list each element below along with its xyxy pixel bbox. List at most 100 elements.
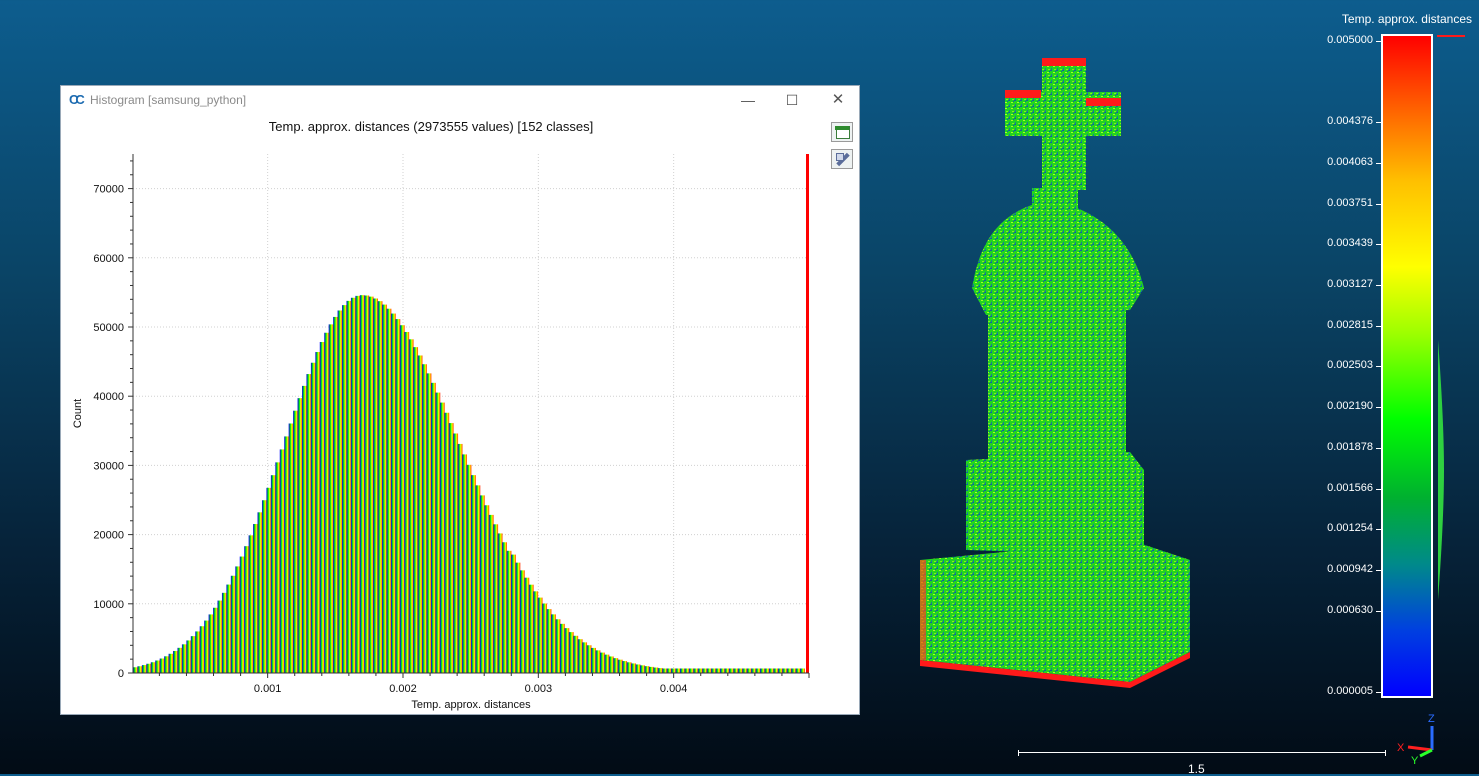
scale-bar: [1018, 750, 1386, 756]
histogram-bar: [213, 607, 218, 673]
histogram-bar: [435, 392, 441, 673]
histogram-bar: [791, 668, 797, 673]
color-scale-label: 0.005000: [1327, 34, 1373, 46]
histogram-bar: [777, 668, 783, 673]
color-scale-tick: [1376, 407, 1382, 409]
histogram-bar: [751, 668, 757, 673]
histogram-bar: [551, 614, 556, 673]
histogram-bar: [355, 295, 361, 673]
histogram-bar: [395, 319, 401, 673]
histogram-bar: [261, 500, 267, 673]
y-tick-label: 0: [118, 668, 124, 680]
histogram-bar: [444, 412, 450, 673]
histogram-bar: [350, 297, 356, 673]
histogram-bar: [177, 647, 183, 673]
histogram-bar: [408, 339, 414, 673]
histogram-bar: [537, 597, 543, 673]
histogram-bar: [635, 664, 641, 673]
histogram-bar: [422, 364, 427, 673]
color-scale-label: 0.001254: [1327, 522, 1373, 535]
histogram-bar: [688, 668, 694, 673]
histogram-bar: [484, 505, 490, 673]
color-scale-tick: [1376, 529, 1382, 531]
histogram-bar: [453, 433, 459, 673]
color-scale-label: 0.002815: [1327, 318, 1373, 331]
histogram-bar: [413, 347, 419, 673]
histogram-bar: [239, 556, 245, 673]
histogram-bar: [604, 654, 610, 673]
color-scale-tick: [1376, 41, 1382, 42]
histogram-bars: [133, 154, 809, 673]
histogram-bar: [617, 659, 623, 673]
axis-x-label: X: [1397, 742, 1405, 754]
histogram-bar: [475, 485, 481, 673]
histogram-bar: [515, 562, 521, 673]
scale-top-marker: [1437, 35, 1465, 37]
histogram-bar: [253, 524, 258, 673]
color-scale-label: 0.000005: [1327, 685, 1373, 697]
x-tick-label: 0.004: [660, 683, 688, 695]
histogram-bar: [399, 325, 405, 673]
histogram-bar: [706, 668, 712, 673]
histogram-bar: [511, 554, 516, 673]
color-scale-tick: [1376, 610, 1382, 612]
histogram-bar: [728, 668, 734, 673]
y-tick-label: 60000: [93, 253, 124, 265]
histogram-bar: [640, 665, 645, 673]
histogram-bar: [324, 332, 330, 673]
color-scale-tick: [1376, 692, 1382, 693]
color-scale-tick: [1376, 366, 1382, 368]
color-scale-label: 0.003439: [1327, 237, 1373, 250]
axis-y-label: Y: [1411, 755, 1419, 767]
histogram-bar: [622, 661, 628, 673]
histogram-bar: [568, 632, 574, 673]
histogram-bar: [591, 647, 596, 673]
histogram-bar: [768, 668, 774, 673]
x-tick-label: 0.003: [525, 683, 553, 695]
histogram-bar: [204, 620, 210, 673]
histogram-bar: [697, 668, 703, 673]
x-axis-label: Temp. approx. distances: [411, 699, 531, 711]
histogram-bar: [773, 668, 779, 673]
histogram-bar: [364, 295, 370, 673]
histogram-bar: [221, 592, 227, 673]
histogram-bar: [337, 310, 343, 673]
histogram-bar: [782, 668, 788, 673]
histogram-bar: [168, 653, 174, 673]
color-scale-tick: [1376, 285, 1382, 287]
color-scale-tick: [1376, 203, 1382, 205]
histogram-bar: [626, 662, 632, 673]
axis-z-label: Z: [1428, 713, 1435, 725]
histogram-bar: [319, 341, 325, 673]
histogram-bar: [284, 436, 290, 673]
histogram-bar: [133, 667, 138, 673]
histogram-bar: [733, 668, 739, 673]
histogram-dialog[interactable]: CC Histogram [samsung_python] — ☐ ✕ Temp…: [60, 85, 860, 715]
color-scale-tick: [1376, 163, 1382, 165]
histogram-bar: [417, 355, 423, 673]
histogram-bar: [680, 668, 685, 673]
histogram-bar: [711, 668, 717, 673]
histogram-bar: [199, 626, 205, 673]
histogram-bar: [746, 668, 752, 673]
gravestone-shape: [920, 58, 1190, 688]
histogram-bar: [275, 462, 281, 673]
histogram-bar: [248, 535, 254, 673]
histogram-bar: [586, 645, 592, 673]
histogram-bar: [671, 668, 676, 673]
histogram-bar: [684, 668, 690, 673]
histogram-bar: [715, 668, 721, 673]
x-tick-label: 0.002: [389, 683, 417, 695]
histogram-bar: [502, 542, 507, 673]
histogram-bar: [800, 668, 805, 673]
histogram-bar: [795, 668, 801, 673]
histogram-bar: [306, 374, 312, 673]
histogram-bar: [150, 662, 156, 673]
color-scale-tick: [1376, 244, 1382, 246]
histogram-bar: [279, 449, 285, 673]
color-scale-label: 0.001878: [1327, 440, 1373, 453]
histogram-bar: [644, 666, 650, 673]
histogram-bar: [230, 575, 236, 673]
histogram-bar: [302, 385, 307, 673]
histogram-bar: [164, 656, 169, 673]
